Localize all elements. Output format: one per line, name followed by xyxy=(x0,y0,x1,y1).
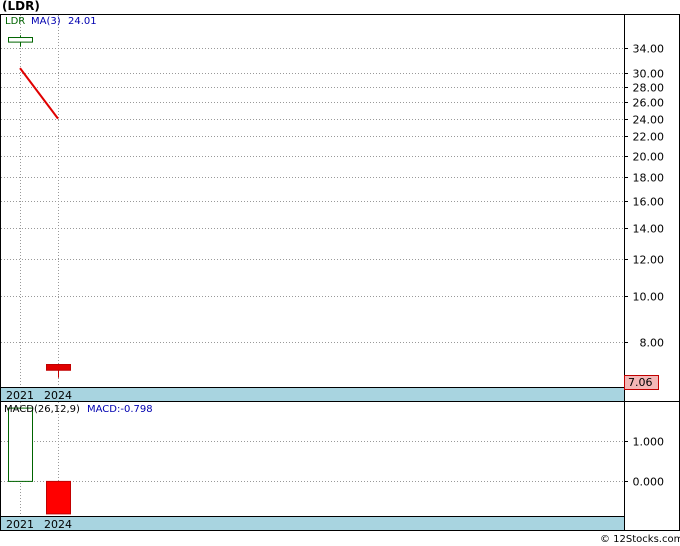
price-tick-label: 22.00 xyxy=(633,131,665,144)
macd-x-label: 2024 xyxy=(44,518,72,531)
price-x-label: 2024 xyxy=(44,389,72,402)
legend-ma-label: MA(3) xyxy=(31,16,61,27)
price-tick-labels: 34.00 30.0028.00 26.00 24.00 22.00 20.00 18.00… xyxy=(633,43,665,350)
price-tick-label: 34.00 xyxy=(633,43,665,56)
price-x-axis-band xyxy=(0,387,625,402)
macd-x-label: 2021 xyxy=(6,518,34,531)
last-price-tag: 7.06 xyxy=(628,376,653,389)
macd-panel xyxy=(0,401,625,517)
price-tick-label: 12.00 xyxy=(633,254,665,267)
price-tick-label: 24.00 xyxy=(633,114,665,127)
price-tick-label: 30.00 xyxy=(633,68,665,81)
price-tick-label: 28.00 xyxy=(633,82,665,95)
candle-body-2021 xyxy=(8,37,33,43)
macd-legend-value: MACD:-0.798 xyxy=(87,404,153,415)
price-tick-label: 18.00 xyxy=(633,172,665,185)
macd-axis-panel xyxy=(624,401,680,531)
price-tick-label: 20.00 xyxy=(633,151,665,164)
legend-symbol: LDR xyxy=(5,16,25,27)
candle-body-2024 xyxy=(46,364,71,371)
price-tick-label: 14.00 xyxy=(633,223,665,236)
macd-bar-2024 xyxy=(46,480,71,515)
macd-bar-2021 xyxy=(8,407,33,482)
footer-copyright: © 12Stocks.com xyxy=(600,534,680,545)
chart-title: (LDR) xyxy=(2,0,40,13)
price-tick-label: 26.00 xyxy=(633,97,665,110)
legend-ma-value: 24.01 xyxy=(68,16,97,27)
price-tick-label: 8.00 xyxy=(640,337,665,350)
macd-x-axis-band xyxy=(0,516,625,531)
price-x-label: 2021 xyxy=(6,389,34,402)
price-tick-label: 16.00 xyxy=(633,196,665,209)
price-tick-label: 10.00 xyxy=(633,291,665,304)
macd-tick-label: 1.000 xyxy=(633,436,665,449)
stock-chart: (LDR) 34.00 30.0028.00 26.00 24.00 22.00 20.0… xyxy=(0,0,680,545)
macd-legend-name: MACD(26,12,9) xyxy=(4,404,80,415)
macd-tick-label: 0.000 xyxy=(633,476,665,489)
